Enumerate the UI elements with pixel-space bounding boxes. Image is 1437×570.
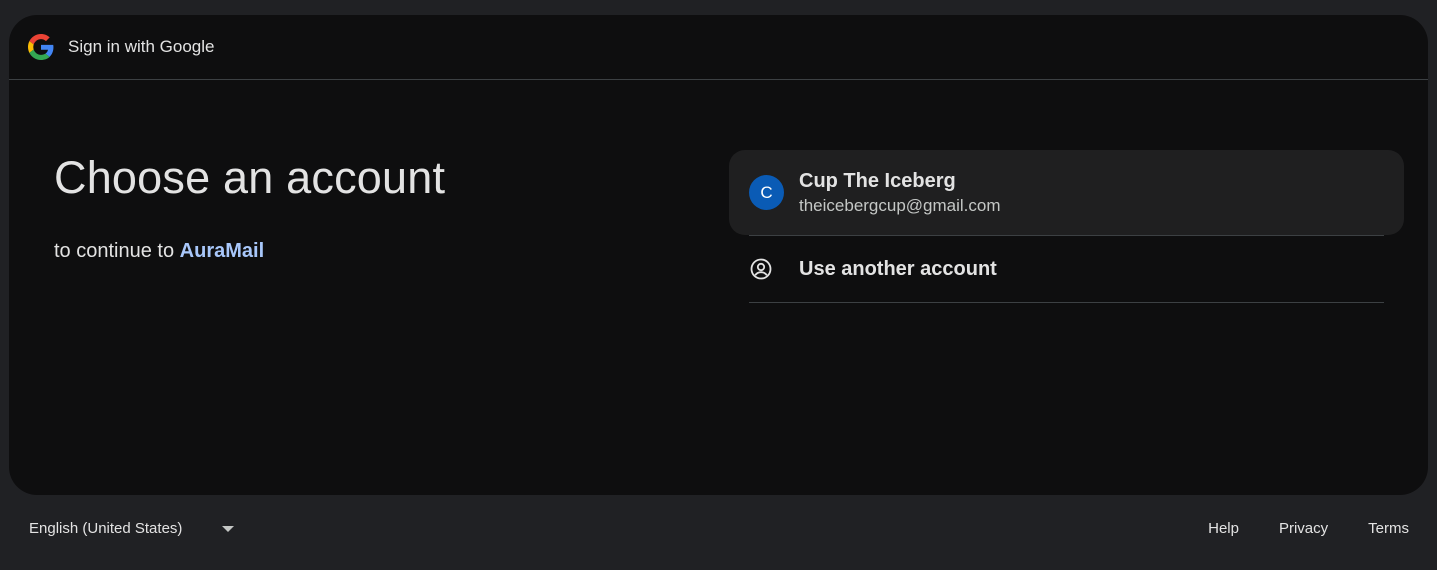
- language-label: English (United States): [29, 520, 183, 537]
- account-email: theicebergcup@gmail.com: [799, 195, 1001, 215]
- account-list: C Cup The Iceberg theicebergcup@gmail.co…: [729, 150, 1404, 303]
- caret-down-icon: [222, 525, 235, 532]
- app-name-link[interactable]: AuraMail: [180, 240, 264, 262]
- use-another-account-label: Use another account: [799, 257, 997, 280]
- continue-prefix: to continue to: [54, 240, 175, 262]
- privacy-link[interactable]: Privacy: [1279, 520, 1328, 537]
- divider: [749, 302, 1384, 303]
- terms-link[interactable]: Terms: [1368, 520, 1409, 537]
- help-link[interactable]: Help: [1208, 520, 1239, 537]
- google-g-icon: [28, 34, 54, 60]
- account-name: Cup The Iceberg: [799, 169, 956, 192]
- person-circle-icon: [749, 252, 784, 287]
- continue-subtitle: to continue to AuraMail: [54, 240, 445, 263]
- card-header: Sign in with Google: [9, 15, 1428, 80]
- account-text: Cup The Iceberg theicebergcup@gmail.com: [799, 168, 1001, 218]
- header-title: Sign in with Google: [68, 37, 215, 56]
- use-another-account-button[interactable]: Use another account: [729, 236, 1404, 302]
- sign-in-card: Sign in with Google Choose an account to…: [9, 15, 1428, 495]
- intro-section: Choose an account to continue to AuraMai…: [54, 150, 445, 263]
- footer-links: Help Privacy Terms: [1208, 520, 1409, 537]
- account-item-cup-the-iceberg[interactable]: C Cup The Iceberg theicebergcup@gmail.co…: [729, 150, 1404, 235]
- language-selector[interactable]: English (United States): [29, 520, 235, 537]
- avatar: C: [749, 175, 784, 210]
- page-title: Choose an account: [54, 152, 446, 203]
